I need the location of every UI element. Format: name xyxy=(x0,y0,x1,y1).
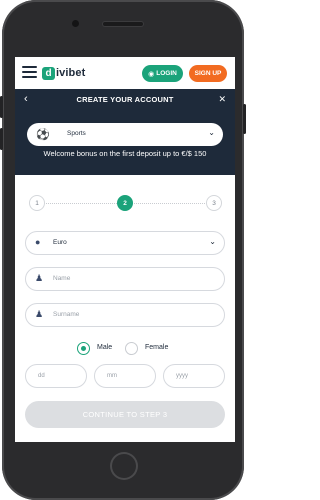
phone-side-button xyxy=(0,128,3,150)
phone-camera xyxy=(72,20,79,27)
login-button[interactable]: ◉ LOGIN xyxy=(142,65,183,82)
phone-home-button xyxy=(110,452,138,480)
phone-frame: d ivibet ◉ LOGIN SIGN UP ‹ CREATE YOUR A… xyxy=(0,0,246,500)
app-screen: d ivibet ◉ LOGIN SIGN UP ‹ CREATE YOUR A… xyxy=(15,57,235,442)
currency-select[interactable]: ● Euro ⌄ xyxy=(25,231,225,255)
app-header: d ivibet ◉ LOGIN SIGN UP xyxy=(15,57,235,89)
birth-month-field[interactable]: mm xyxy=(94,364,156,388)
chevron-down-icon: ⌄ xyxy=(208,128,215,137)
chevron-down-icon: ⌄ xyxy=(209,237,216,246)
male-label[interactable]: Male xyxy=(97,344,112,351)
modal-title-bar: ‹ CREATE YOUR ACCOUNT ✕ xyxy=(15,89,235,111)
step-1: 1 xyxy=(29,195,45,211)
brand-logo[interactable]: d ivibet xyxy=(42,65,85,81)
step-indicator: 1 2 3 xyxy=(15,175,235,231)
user-icon: ◉ xyxy=(148,70,155,78)
signup-button[interactable]: SIGN UP xyxy=(189,65,227,82)
currency-value: Euro xyxy=(53,239,67,246)
close-icon[interactable]: ✕ xyxy=(218,94,226,105)
name-field[interactable]: ♟ Name xyxy=(25,267,225,291)
user-icon: ♟ xyxy=(35,273,44,283)
step-2-current: 2 xyxy=(117,195,133,211)
phone-side-button xyxy=(0,96,3,118)
female-radio[interactable] xyxy=(125,342,138,355)
soccer-ball-icon: ⚽ xyxy=(36,129,50,141)
surname-field[interactable]: ♟ Surname xyxy=(25,303,225,327)
bonus-type-value: Sports xyxy=(67,130,86,137)
female-label[interactable]: Female xyxy=(145,344,168,351)
birth-day-field[interactable]: dd xyxy=(25,364,87,388)
user-icon: ♟ xyxy=(35,309,44,319)
gender-selector: Male Female xyxy=(15,339,235,359)
hamburger-menu-icon[interactable] xyxy=(22,66,37,78)
birth-year-field[interactable]: yyyy xyxy=(163,364,225,388)
bonus-section: ⚽ Sports ⌄ Welcome bonus on the first de… xyxy=(15,111,235,175)
login-label: LOGIN xyxy=(156,70,177,77)
logo-mark: d xyxy=(42,66,55,80)
logo-text: ivibet xyxy=(56,67,86,79)
step-3: 3 xyxy=(206,195,222,211)
male-radio[interactable] xyxy=(77,342,90,355)
day-placeholder: dd xyxy=(38,373,45,379)
signup-label: SIGN UP xyxy=(194,70,222,77)
surname-placeholder: Surname xyxy=(53,311,80,318)
bonus-type-select[interactable]: ⚽ Sports ⌄ xyxy=(27,123,223,146)
year-placeholder: yyyy xyxy=(176,373,188,379)
continue-button[interactable]: CONTINUE TO STEP 3 xyxy=(25,401,225,428)
month-placeholder: mm xyxy=(107,373,117,379)
coins-icon: ● xyxy=(35,237,41,247)
phone-speaker xyxy=(103,22,143,26)
name-placeholder: Name xyxy=(53,275,71,282)
modal-title: CREATE YOUR ACCOUNT xyxy=(76,95,174,104)
phone-power-button xyxy=(243,104,246,134)
bonus-description: Welcome bonus on the first deposit up to… xyxy=(43,149,207,158)
